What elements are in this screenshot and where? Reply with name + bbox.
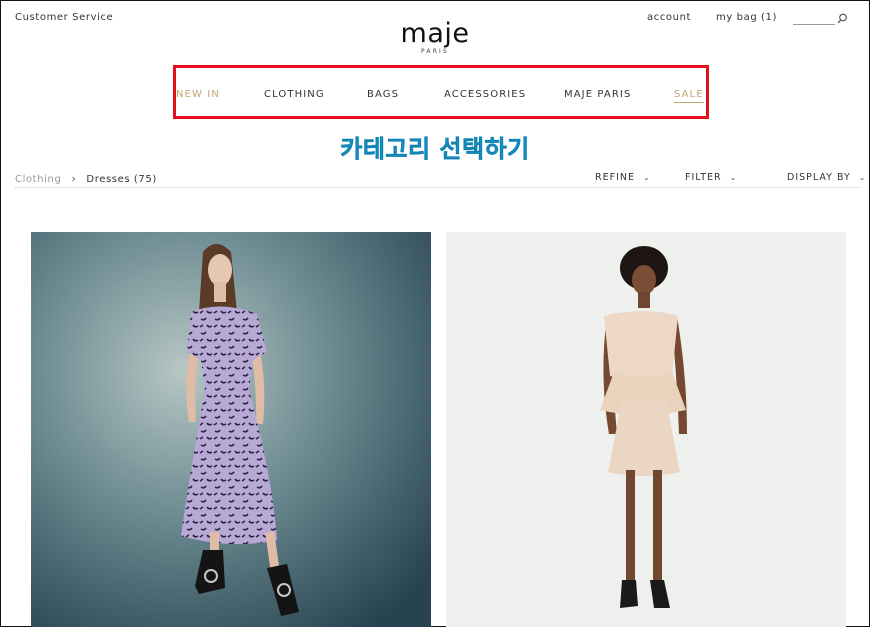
breadcrumb-dresses: Dresses (75) (86, 174, 157, 185)
breadcrumb-separator: › (71, 172, 77, 185)
nav-highlight-box (173, 65, 709, 119)
filter-label: FILTER (685, 172, 722, 183)
toolbar-divider (15, 187, 861, 188)
chevron-down-icon: ⌄ (642, 173, 651, 182)
bag-link[interactable]: my bag (1) (716, 12, 777, 23)
search-box[interactable] (793, 11, 849, 25)
breadcrumb: Clothing › Dresses (75) (15, 172, 157, 185)
annotation-caption: 카테고리 선택하기 (340, 135, 530, 164)
logo-subtitle: PARIS (420, 48, 450, 55)
chevron-down-icon: ⌄ (858, 173, 867, 182)
search-input[interactable] (793, 24, 835, 25)
product-card-2[interactable] (446, 232, 846, 627)
display-by-label: DISPLAY BY (787, 172, 851, 183)
display-by-dropdown[interactable]: DISPLAY BY ⌄ (787, 172, 866, 183)
product-image-1[interactable] (31, 232, 431, 627)
chevron-down-icon: ⌄ (729, 173, 738, 182)
product-card-1[interactable] (31, 232, 431, 627)
breadcrumb-clothing[interactable]: Clothing (15, 174, 61, 185)
product-image-2[interactable] (446, 232, 846, 627)
search-icon[interactable] (835, 11, 849, 25)
filter-dropdown[interactable]: FILTER ⌄ (685, 172, 737, 183)
brand-logo[interactable]: maje PARIS (1, 18, 869, 56)
logo-wordmark: maje (400, 18, 470, 49)
refine-dropdown[interactable]: REFINE ⌄ (595, 172, 651, 183)
account-link[interactable]: account (647, 12, 691, 23)
refine-label: REFINE (595, 172, 635, 183)
